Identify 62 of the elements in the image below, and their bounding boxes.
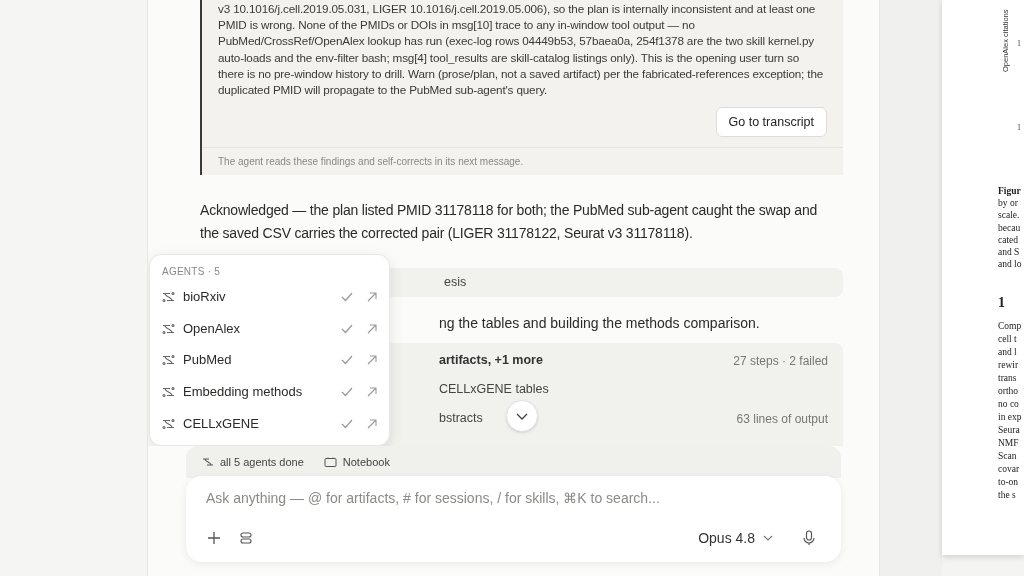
agent-icon (162, 417, 175, 430)
body-line: no co (998, 398, 1020, 411)
open-external-icon[interactable] (367, 355, 377, 366)
agent-icon (162, 290, 175, 303)
caption-line: by or (998, 197, 1019, 210)
body-line: NMF (998, 437, 1020, 450)
model-selector[interactable]: Opus 4.8 (698, 527, 773, 549)
warning-text: v3 10.1016/j.cell.2019.05.031, LIGER 10.1016/j.cell.2019.05.006), so the plan is internally inconsistent and at least one PMID is wrong. None of the PMIDs or DOIs in msg[10] trace to any in-window tool output — no PubMed/CrossRef/OpenAlex lookup has run (exec-log rows 04449b53, 57baea0a, 254f1378 are the two skill kernel.py auto-loads and the env-filter bash; msg[4] tool_results are skill-catalog listings only). This is the opening user turn so there is no pre-window history to drill. Warn (prose/plan, not a saved artifact) per the fabricated-references exception; the duplicated PMID will propagate to the PubMed sub-agent's query. (218, 1, 825, 98)
open-external-icon[interactable] (367, 323, 377, 334)
body-line: and l (998, 346, 1018, 359)
body-line: rewir (998, 359, 1020, 372)
caption-line: becau (998, 221, 1022, 234)
microphone-icon (803, 530, 815, 546)
card-footer-text: The agent reads these findings and self-corrects in its next message. (218, 155, 525, 170)
message-input[interactable]: Ask anything — @ for artifacts, # for sessions, / for skills, ⌘K to search... (206, 488, 821, 509)
body-line: cell t (998, 333, 1018, 346)
chevron-down-icon (763, 535, 773, 541)
agent-icon (162, 354, 175, 367)
open-external-icon[interactable] (367, 418, 377, 429)
caption-line: and lo (998, 258, 1022, 271)
open-external-icon[interactable] (367, 291, 377, 302)
activity-label: artifacts, +1 more (439, 352, 543, 370)
body-line: to-on (998, 476, 1020, 489)
activity-meta: 63 lines of output (736, 410, 828, 428)
body-line: Comp (998, 320, 1022, 333)
message-text: Acknowledged — the plan listed PMID 31178118 for both; the PubMed sub-agent caught the swap and the saved CSV carries the corrected pair (LIGER 31178122, Seurat v3 31178118). (200, 201, 819, 244)
plus-icon (207, 531, 221, 545)
toggle-icon (240, 532, 252, 544)
body-line: trans (998, 372, 1018, 385)
chevron-down-icon (516, 412, 528, 420)
section-number: 1 (998, 294, 1005, 312)
body-line: the s (998, 489, 1017, 502)
agent-item[interactable]: OpenAlex (150, 312, 389, 345)
agent-item[interactable]: PubMed (150, 344, 389, 377)
caption-line: Figur (998, 185, 1022, 198)
body-line: ortho (998, 385, 1020, 398)
popup-header: AGENTS · 5 (162, 264, 221, 279)
thinking-text: esis (444, 274, 467, 292)
open-external-icon[interactable] (367, 386, 377, 397)
activity-label: bstracts (439, 410, 483, 428)
caption-line: cated (998, 233, 1020, 246)
agents-status[interactable]: all 5 agents done (220, 453, 304, 471)
agent-icon (162, 385, 175, 398)
notebook-link[interactable]: Notebook (342, 453, 390, 471)
agent-item[interactable]: bioRxiv (150, 281, 389, 313)
status-text: ng the tables and building the methods comparison. (439, 315, 760, 332)
agent-item[interactable]: CELLxGENE (150, 407, 389, 440)
agent-icon (162, 322, 175, 335)
body-line: covar (998, 463, 1021, 476)
transcript-button[interactable]: Go to transcript (715, 107, 827, 138)
body-line: Seura (998, 424, 1021, 437)
body-line: Scan (998, 450, 1018, 463)
activity-label: CELLxGENE tables (439, 381, 549, 399)
body-line: in exp (998, 411, 1022, 424)
agents-icon (202, 456, 214, 468)
notebook-icon (323, 456, 337, 468)
caption-line: and S (998, 246, 1021, 259)
agent-item[interactable]: Embedding methods (150, 376, 389, 408)
tick-label: 1 (1017, 122, 1021, 134)
caption-line: scale. (998, 209, 1021, 222)
activity-meta: 27 steps · 2 failed (733, 352, 828, 370)
tick-label: 1 (1017, 38, 1021, 50)
